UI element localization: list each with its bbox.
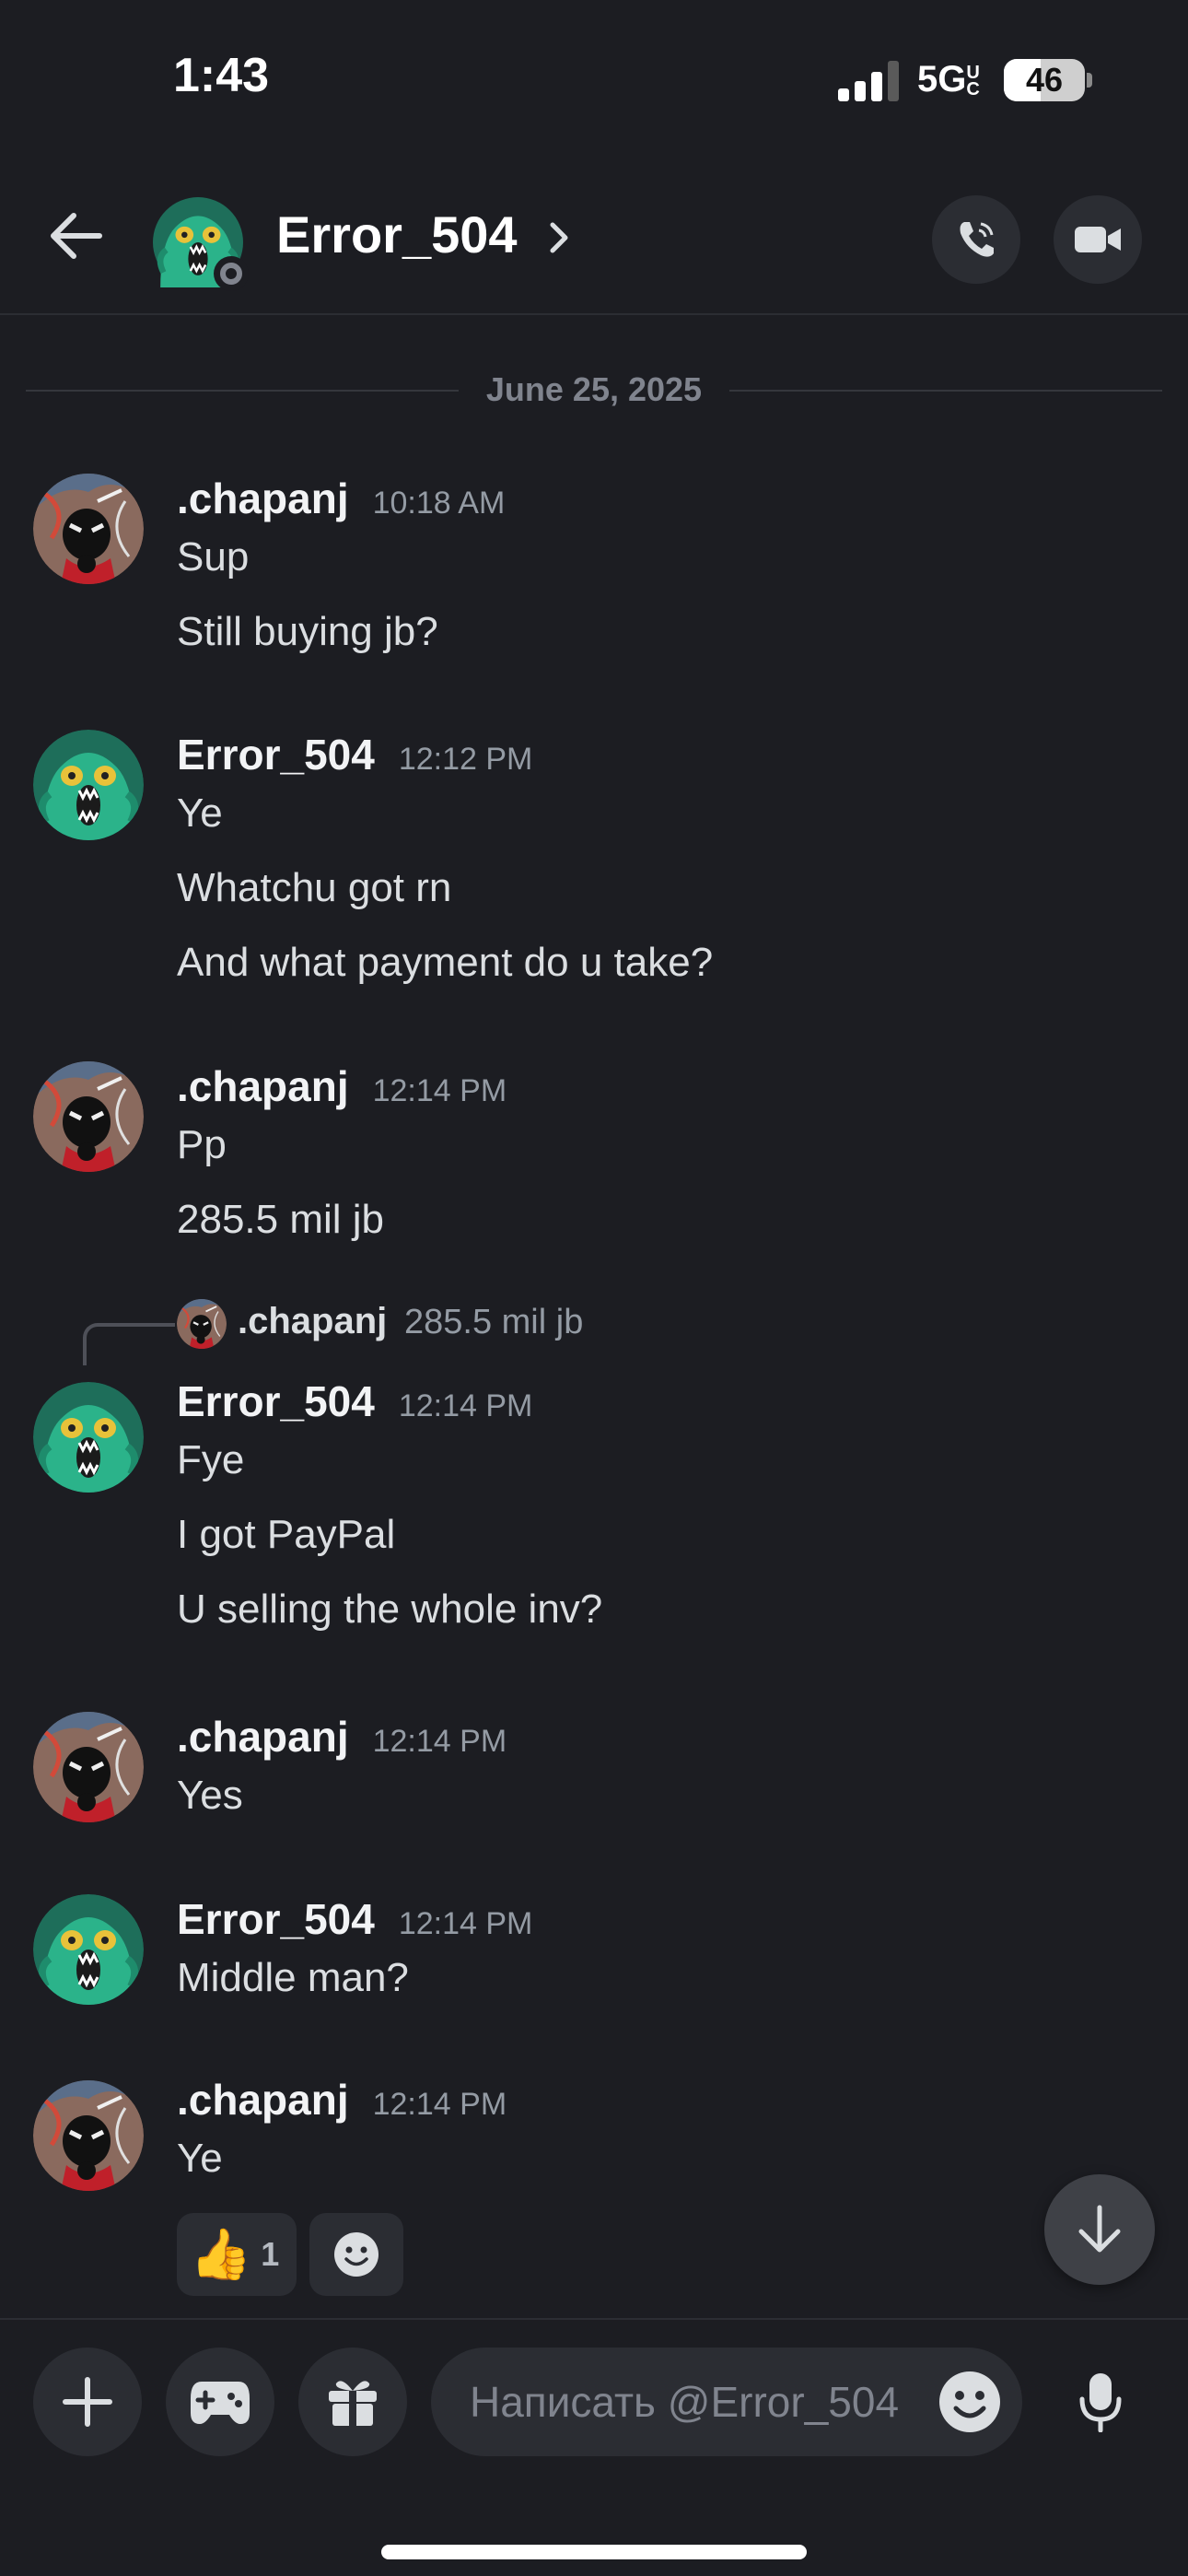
voice-message-button[interactable] <box>1046 2348 1155 2456</box>
battery-level: 46 <box>1025 61 1064 99</box>
signal-icon <box>838 61 899 101</box>
network-label: 5GUC <box>917 59 983 100</box>
network-sub-label: UC <box>966 63 980 100</box>
message-timestamp: 12:14 PM <box>372 2087 507 2122</box>
message-text: Yes <box>177 1773 243 1818</box>
message-text: And what payment do u take? <box>177 940 714 985</box>
plus-icon <box>63 2377 112 2427</box>
reply-connector <box>83 1323 175 1365</box>
message-author[interactable]: Error_504 <box>177 731 375 779</box>
emoji-icon <box>334 2232 379 2277</box>
emoji-icon[interactable] <box>938 2370 1002 2434</box>
message-text: Sup <box>177 534 250 580</box>
video-call-button[interactable] <box>1054 195 1142 284</box>
battery-tip <box>1087 73 1092 88</box>
reaction-emoji: 👍 <box>190 2225 252 2283</box>
gamepad-icon <box>191 2382 250 2424</box>
arrow-down-icon <box>1078 2205 1121 2253</box>
user-avatar[interactable] <box>33 1382 144 1493</box>
attach-button[interactable] <box>33 2348 142 2456</box>
message-text: U selling the whole inv? <box>177 1587 603 1632</box>
status-time: 1:43 <box>173 49 270 102</box>
reaction-count: 1 <box>261 2235 280 2273</box>
message-text: Ye <box>177 790 223 836</box>
phone-call-icon <box>960 222 994 257</box>
message-text: Ye <box>177 2136 223 2181</box>
message-author[interactable]: .chapanj <box>177 474 349 522</box>
voice-call-button[interactable] <box>932 195 1020 284</box>
message-timestamp: 10:18 AM <box>372 486 506 521</box>
message-author[interactable]: .chapanj <box>177 2076 349 2124</box>
message-author[interactable]: .chapanj <box>177 1713 349 1761</box>
message-author[interactable]: .chapanj <box>177 1062 349 1110</box>
back-arrow-icon[interactable] <box>48 210 103 262</box>
add-reaction-button[interactable] <box>309 2213 403 2296</box>
user-avatar[interactable] <box>33 2080 144 2191</box>
reply-reference[interactable]: .chapanj 285.5 mil jb <box>83 1294 728 1365</box>
battery-icon: 46 <box>1004 59 1085 101</box>
user-avatar[interactable] <box>33 474 144 584</box>
message-author[interactable]: Error_504 <box>177 1895 375 1943</box>
message-author[interactable]: Error_504 <box>177 1377 375 1425</box>
user-avatar[interactable] <box>33 730 144 840</box>
message-text: Fye <box>177 1437 245 1482</box>
message-timestamp: 12:14 PM <box>372 1724 507 1759</box>
message-input-wrapper <box>431 2348 1022 2456</box>
message-input[interactable] <box>470 2348 930 2456</box>
offline-status-icon <box>214 256 249 291</box>
reply-avatar <box>177 1299 227 1349</box>
activities-button[interactable] <box>166 2348 274 2456</box>
reply-text[interactable]: 285.5 mil jb <box>404 1303 583 1342</box>
date-divider: June 25, 2025 <box>26 369 1162 411</box>
reaction-thumbs-up[interactable]: 👍 1 <box>177 2213 297 2296</box>
home-indicator <box>381 2545 807 2559</box>
user-avatar[interactable] <box>33 1061 144 1172</box>
message-timestamp: 12:12 PM <box>398 742 533 777</box>
message-timestamp: 12:14 PM <box>398 1388 533 1423</box>
microphone-icon <box>1079 2373 1122 2432</box>
message-timestamp: 12:14 PM <box>398 1906 533 1941</box>
jump-to-present-button[interactable] <box>1044 2174 1155 2285</box>
date-label: June 25, 2025 <box>458 370 730 408</box>
chat-header: Error_504 <box>0 157 1188 315</box>
video-camera-icon <box>1075 227 1121 252</box>
user-avatar[interactable] <box>33 1712 144 1822</box>
message-text: Whatchu got rn <box>177 865 452 910</box>
gift-button[interactable] <box>298 2348 407 2456</box>
chevron-right-icon[interactable] <box>547 219 571 256</box>
message-composer <box>0 2318 1188 2576</box>
message-text: 285.5 mil jb <box>177 1197 385 1242</box>
gift-icon <box>329 2381 377 2426</box>
status-bar: 1:43 5GUC 46 <box>0 0 1188 157</box>
message-text: I got PayPal <box>177 1512 396 1557</box>
reply-author[interactable]: .chapanj <box>238 1301 387 1342</box>
message-text: Middle man? <box>177 1955 409 2000</box>
message-text: Still buying jb? <box>177 609 438 654</box>
message-text: Pp <box>177 1122 227 1167</box>
message-timestamp: 12:14 PM <box>372 1073 507 1108</box>
contact-name[interactable]: Error_504 <box>276 205 518 264</box>
contact-avatar[interactable] <box>153 197 249 291</box>
user-avatar[interactable] <box>33 1894 144 2005</box>
